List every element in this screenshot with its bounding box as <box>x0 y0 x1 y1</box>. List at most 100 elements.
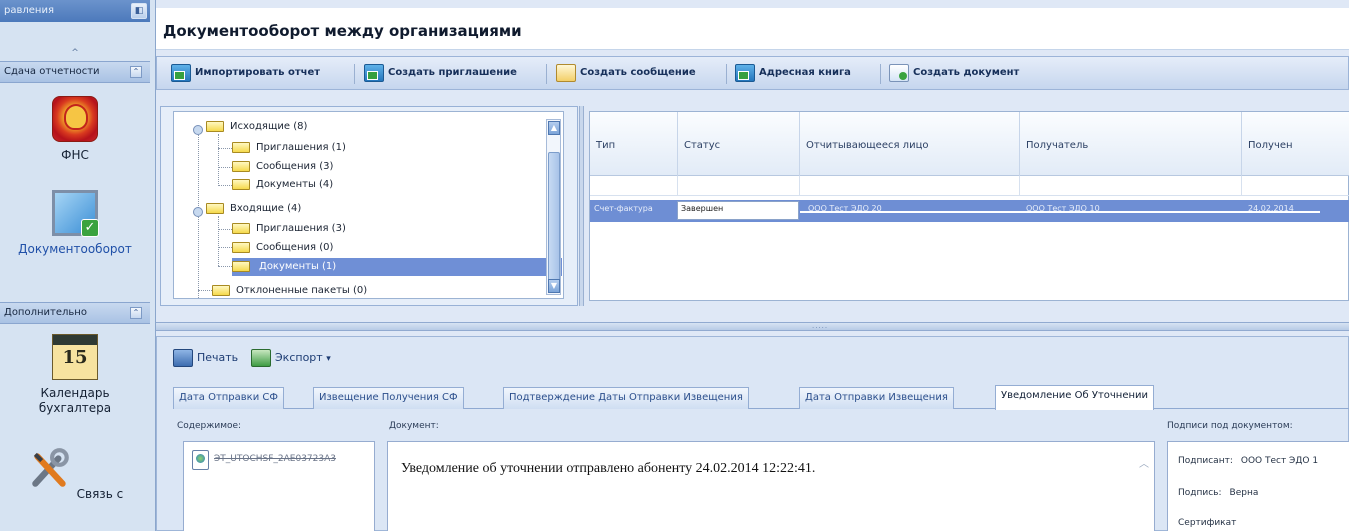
column-type[interactable]: Тип <box>590 112 678 176</box>
nav-item-calendar-label: Календарь бухгалтера <box>38 386 112 415</box>
folder-icon <box>232 222 250 234</box>
nav-item-document-flow[interactable]: ✓ Документооборот <box>0 190 150 256</box>
tree-node-out-invitations[interactable]: Приглашения (1) <box>232 139 346 157</box>
create-message-button[interactable]: Создать сообщение <box>554 62 696 84</box>
scroll-down-icon[interactable]: ▼ <box>548 279 560 293</box>
create-invitation-label: Создать приглашение <box>388 67 517 78</box>
fns-emblem-icon <box>52 96 98 142</box>
tree-expand-icon[interactable] <box>193 125 203 135</box>
signature-label: Подпись: <box>1178 488 1222 498</box>
tree-node-outgoing[interactable]: Исходящие (8) <box>206 118 307 136</box>
folder-icon <box>232 260 250 272</box>
page-title: Документооборот между организациями <box>163 22 522 40</box>
toolbar-separator <box>546 64 547 84</box>
signature-row: Подпись: Верна <box>1178 488 1258 498</box>
printer-icon <box>173 349 193 367</box>
calendar-icon: 15 <box>52 334 98 380</box>
main-toolbar: Импортировать отчет Создать приглашение … <box>156 56 1349 90</box>
folder-icon <box>206 202 224 214</box>
tree-scrollbar[interactable]: ▲ ▼ <box>546 119 561 295</box>
print-label: Печать <box>197 351 239 364</box>
nav-item-calendar[interactable]: 15 Календарь бухгалтера <box>0 334 150 416</box>
signer-row: Подписант: ООО Тест ЭДО 1 <box>1178 456 1318 466</box>
nav-group-additional[interactable]: Дополнительно ⌃ <box>0 302 150 324</box>
vertical-splitter[interactable] <box>579 106 584 306</box>
group-collapse-icon[interactable]: ⌃ <box>130 307 142 319</box>
tab-notice-send-date[interactable]: Дата Отправки Извещения <box>799 387 954 409</box>
folder-icon <box>232 241 250 253</box>
signature-value: Верна <box>1229 488 1259 498</box>
row-strike-line <box>800 211 1320 213</box>
main-area: Документооборот между организациями Импо… <box>156 0 1349 531</box>
tab-sf-send-date[interactable]: Дата Отправки СФ <box>173 387 284 409</box>
nav-item-document-flow-label: Документооборот <box>18 242 132 256</box>
tree-node-in-messages[interactable]: Сообщения (0) <box>232 239 333 257</box>
tree-node-in-invitations[interactable]: Приглашения (3) <box>232 220 346 238</box>
grid-header: Тип Статус Отчитывающееся лицо Получател… <box>590 112 1349 176</box>
group-collapse-icon[interactable]: ⌃ <box>130 66 142 78</box>
nav-group-reporting-label: Сдача отчетности <box>4 66 100 77</box>
tree-node-out-messages[interactable]: Сообщения (3) <box>232 158 333 176</box>
envelope-icon <box>556 64 576 82</box>
nav-group-additional-label: Дополнительно <box>4 307 87 318</box>
export-icon <box>251 349 271 367</box>
tree-node-incoming[interactable]: Входящие (4) <box>206 200 301 218</box>
certificate-label: Сертификат <box>1178 518 1237 528</box>
grid-filter-row[interactable] <box>590 176 1349 196</box>
tab-notice-date-confirmation[interactable]: Подтверждение Даты Отправки Извещения <box>503 387 749 409</box>
tree-expand-icon[interactable] <box>193 207 203 217</box>
file-name[interactable]: ЭТ_UTOCHSF_2AE03723A3 <box>214 454 336 464</box>
app-window: равления ◧ ^ Сдача отчетности ⌃ ФНС ✓ До… <box>0 0 1349 531</box>
toolbar-separator <box>354 64 355 84</box>
folder-icon <box>232 160 250 172</box>
scroll-up-icon[interactable]: ▲ <box>548 121 560 135</box>
signatures-panel: Подписант: ООО Тест ЭДО 1 Подпись: Верна С… <box>1167 441 1349 531</box>
scroll-thumb[interactable] <box>548 152 560 282</box>
chevron-down-icon: ▾ <box>326 354 331 364</box>
cell-type: Счет-фактура <box>594 204 653 213</box>
nav-group-reporting[interactable]: Сдача отчетности ⌃ <box>0 61 150 83</box>
document-view <box>387 441 1155 531</box>
create-message-label: Создать сообщение <box>580 67 696 78</box>
cell-status[interactable]: Завершен <box>677 201 799 220</box>
create-document-label: Создать документ <box>913 67 1020 78</box>
chevron-up-icon[interactable]: ︿ <box>1139 455 1149 470</box>
column-reporter[interactable]: Отчитывающееся лицо <box>800 112 1020 176</box>
column-received[interactable]: Получен <box>1242 112 1349 176</box>
toolbar-separator <box>726 64 727 84</box>
signer-label: Подписант: <box>1178 456 1233 466</box>
create-invitation-button[interactable]: Создать приглашение <box>362 62 517 84</box>
tab-sf-receipt-notice[interactable]: Извещение Получения СФ <box>313 387 464 409</box>
collapse-pane-button[interactable]: ◧ <box>131 3 147 19</box>
print-button[interactable]: Печать <box>171 347 238 369</box>
create-document-button[interactable]: Создать документ <box>887 62 1019 84</box>
left-navigation: равления ◧ ^ Сдача отчетности ⌃ ФНС ✓ До… <box>0 0 156 531</box>
nav-item-fns[interactable]: ФНС <box>0 96 150 162</box>
horizontal-splitter[interactable]: ····· <box>156 322 1349 332</box>
nav-header-label: равления <box>4 5 54 16</box>
tree-node-rejected[interactable]: Отклоненные пакеты (0) <box>212 282 367 298</box>
address-book-icon <box>735 64 755 82</box>
folder-tree: Исходящие (8) Приглашения (1) Сообщения … <box>173 111 564 299</box>
folder-icon <box>232 178 250 190</box>
address-book-button[interactable]: Адресная книга <box>733 62 851 84</box>
file-icon <box>192 450 209 470</box>
tree-node-in-documents[interactable]: Документы (1) <box>232 258 562 276</box>
document-label: Документ: <box>389 421 439 431</box>
tab-clarification-notice[interactable]: Уведомление Об Уточнении <box>995 385 1155 410</box>
column-recipient[interactable]: Получатель <box>1020 112 1242 176</box>
export-button[interactable]: Экспорт ▾ <box>249 347 331 369</box>
address-book-label: Адресная книга <box>759 67 851 78</box>
folder-icon <box>232 141 250 153</box>
contents-list: ЭТ_UTOCHSF_2AE03723A3 <box>183 441 375 531</box>
nav-item-support[interactable]: Связь с <box>0 446 150 501</box>
collapse-arrow-icon[interactable]: ^ <box>0 46 150 60</box>
table-row[interactable]: Счет-фактура Завершен ООО Тест ЭДО 20 ОО… <box>590 200 1349 222</box>
import-report-button[interactable]: Импортировать отчет <box>169 62 320 84</box>
document-details-panel: Печать Экспорт ▾ Дата Отправки СФ Извеще… <box>156 336 1349 531</box>
column-status[interactable]: Статус <box>678 112 800 176</box>
tree-node-out-documents[interactable]: Документы (4) <box>232 176 333 194</box>
import-report-label: Импортировать отчет <box>195 67 321 78</box>
title-bar: Документооборот между организациями <box>156 8 1349 50</box>
document-flow-icon: ✓ <box>52 190 99 237</box>
